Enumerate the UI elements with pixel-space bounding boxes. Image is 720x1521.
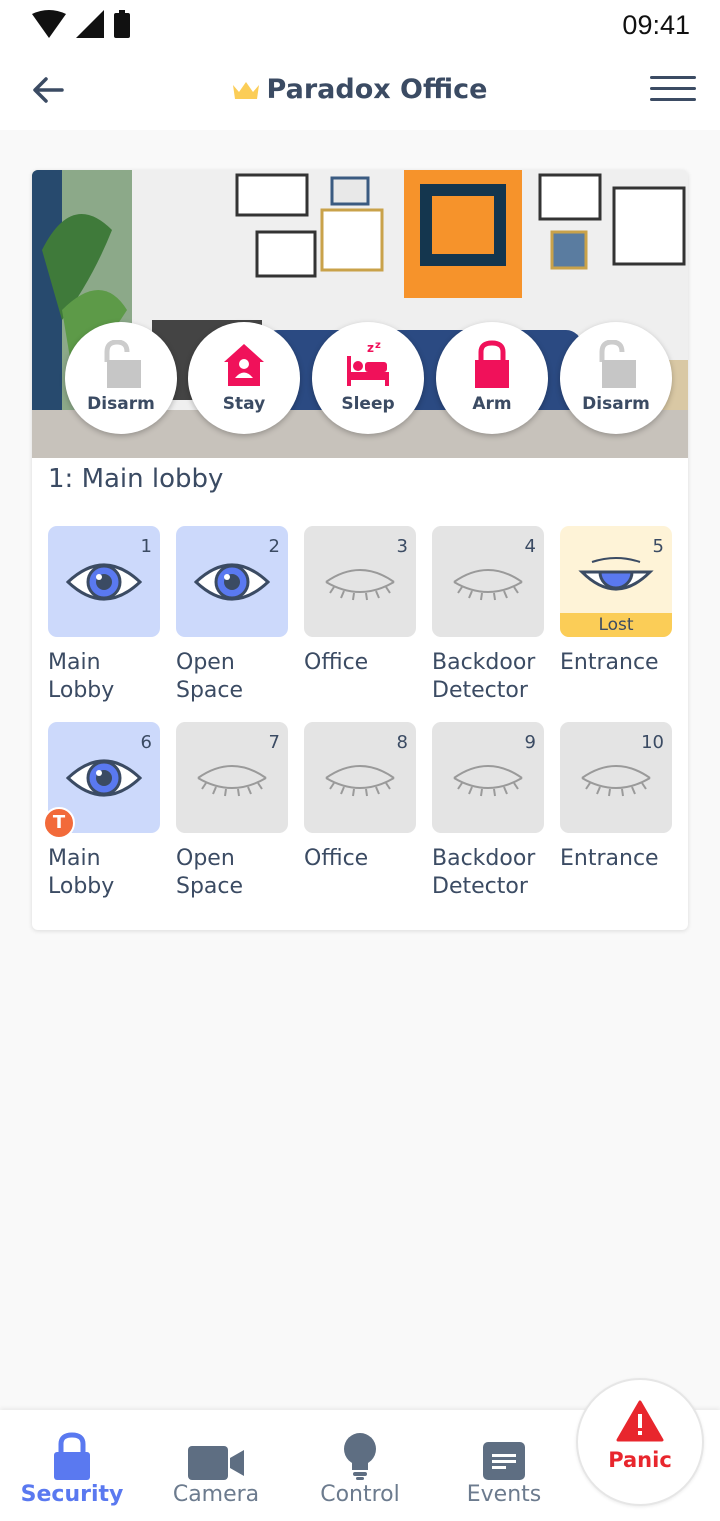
zone-tile[interactable]: 9 Backdoor Detector: [432, 722, 544, 901]
mode-label: Arm: [472, 394, 512, 414]
nav-camera[interactable]: Camera: [144, 1410, 288, 1521]
home-icon: [224, 344, 264, 386]
zone-number: 3: [396, 536, 408, 557]
nav-label: Security: [20, 1482, 124, 1507]
zone-number: 8: [396, 732, 408, 753]
eye-closed-icon: [325, 764, 395, 796]
zone-name: Open Space: [176, 845, 288, 901]
wifi-icon: [32, 10, 66, 38]
page-title: Paradox Office: [266, 74, 488, 105]
lost-badge: Lost: [560, 613, 672, 637]
nav-events[interactable]: Events: [432, 1410, 576, 1521]
eye-half-icon: [578, 556, 654, 590]
panic-button[interactable]: Panic: [576, 1378, 704, 1506]
warning-icon: [616, 1400, 664, 1442]
zone-name-line2: Space: [176, 678, 244, 703]
clock-time: 09:41: [622, 10, 690, 40]
crown-icon: [232, 81, 259, 99]
battery-icon: [114, 10, 130, 38]
zone-tile[interactable]: 6 T Main Lobby: [43, 722, 160, 901]
svg-text:z: z: [367, 341, 374, 355]
eye-closed-icon: [453, 764, 523, 796]
zone-name-line1: Backdoor: [432, 846, 536, 871]
disarm-button[interactable]: Disarm: [560, 322, 672, 434]
sleep-button[interactable]: zz Sleep: [312, 322, 424, 434]
panic-label: Panic: [608, 1448, 672, 1472]
nav-security[interactable]: Security: [0, 1410, 144, 1521]
zone-number: 6: [140, 732, 152, 753]
zone-name: Open Space: [176, 649, 288, 705]
zone-number: 10: [641, 732, 664, 753]
zone-name: Entrance: [560, 846, 659, 871]
zone-name-line2: Space: [176, 874, 244, 899]
zone-name-line2: Lobby: [48, 874, 115, 899]
camera-icon: [188, 1446, 244, 1480]
zone-name-line1: Open: [176, 846, 235, 871]
zone-name: Entrance: [560, 650, 659, 675]
svg-text:z: z: [375, 340, 381, 351]
app-header: Paradox Office: [0, 52, 720, 130]
sleep-icon: zz: [347, 340, 389, 386]
nav-label: Control: [320, 1482, 400, 1507]
zone-name-line2: Detector: [432, 678, 528, 703]
arm-button[interactable]: Arm: [436, 322, 548, 434]
nav-control[interactable]: Control: [288, 1410, 432, 1521]
zone-number: 4: [524, 536, 536, 557]
trouble-badge: T: [43, 807, 75, 839]
lock-icon: [54, 1432, 90, 1480]
zone-number: 7: [268, 732, 280, 753]
zone-name-line1: Main: [48, 846, 101, 871]
zone-number: 9: [524, 732, 536, 753]
zone-tile[interactable]: 8 Office: [304, 722, 416, 873]
nav-label: Events: [466, 1482, 542, 1507]
stay-button[interactable]: Stay: [188, 322, 300, 434]
mode-label: Disarm: [582, 394, 650, 414]
area-title: 1: Main lobby: [48, 464, 224, 494]
eye-closed-icon: [197, 764, 267, 796]
bulb-icon: [344, 1433, 376, 1480]
zone-name-line2: Lobby: [48, 678, 115, 703]
zone-name: Main Lobby: [48, 845, 160, 901]
arming-modes: Disarm Stay zz Sleep Arm Disarm: [32, 322, 688, 434]
disarm-button[interactable]: Disarm: [65, 322, 177, 434]
zone-number: 1: [140, 536, 152, 557]
zone-name-line2: Detector: [432, 874, 528, 899]
zone-name: Backdoor Detector: [432, 649, 544, 705]
mode-label: Stay: [222, 394, 266, 414]
zone-tile[interactable]: 1 Main Lobby: [48, 526, 160, 705]
events-icon: [483, 1442, 525, 1480]
eye-open-icon: [66, 759, 142, 796]
zone-name-line1: Main: [48, 650, 101, 675]
zone-number: 2: [268, 536, 280, 557]
eye-closed-icon: [581, 764, 651, 796]
menu-icon[interactable]: [650, 76, 696, 106]
mode-label: Sleep: [341, 394, 395, 414]
zone-name: Office: [304, 846, 369, 871]
nav-label: Camera: [172, 1482, 260, 1507]
zone-tile[interactable]: 4 Backdoor Detector: [432, 526, 544, 705]
zone-name: Office: [304, 650, 369, 675]
zone-tile[interactable]: 7 Open Space: [176, 722, 288, 901]
unlock-icon: [104, 340, 141, 388]
zone-tile[interactable]: 5 Lost Entrance: [560, 526, 672, 677]
zone-name-line1: Open: [176, 650, 235, 675]
lock-icon: [475, 340, 509, 388]
zone-number: 5: [652, 536, 664, 557]
eye-open-icon: [194, 563, 270, 600]
unlock-icon: [599, 340, 636, 388]
eye-closed-icon: [453, 568, 523, 600]
zone-tile[interactable]: 2 Open Space: [176, 526, 288, 705]
zone-tile[interactable]: 3 Office: [304, 526, 416, 677]
eye-closed-icon: [325, 568, 395, 600]
zone-name: Main Lobby: [48, 649, 160, 705]
zone-name: Backdoor Detector: [432, 845, 544, 901]
zone-name-line1: Backdoor: [432, 650, 536, 675]
mode-label: Disarm: [87, 394, 155, 414]
signal-icon: [76, 10, 104, 38]
zone-tile[interactable]: 10 Entrance: [560, 722, 672, 873]
eye-open-icon: [66, 563, 142, 600]
status-bar: 09:41: [0, 0, 720, 52]
